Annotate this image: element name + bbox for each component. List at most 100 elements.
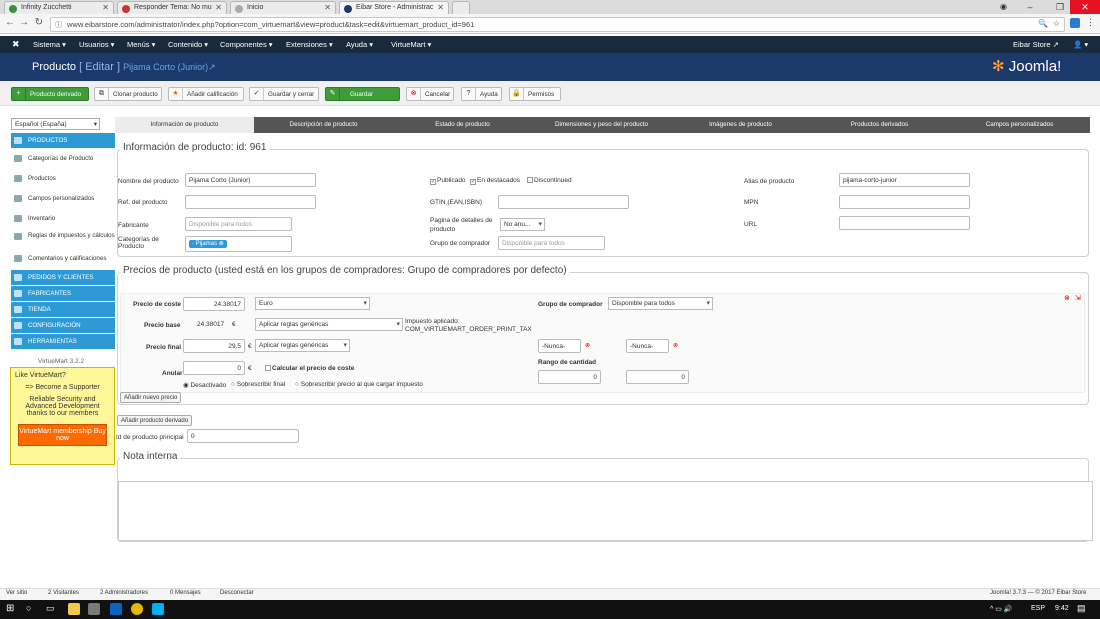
notifications-icon[interactable]: ▤ [1077, 603, 1086, 614]
permissions-button[interactable]: 🔒 Permisos [509, 87, 561, 101]
language-indicator[interactable]: ESP [1031, 605, 1045, 612]
user-menu[interactable]: 👤 ▾ [1073, 40, 1088, 49]
clear-date-icon[interactable]: ⊗ [585, 342, 590, 349]
menu-contenido[interactable]: Contenido ▾ [168, 40, 208, 49]
qty-end-input[interactable]: 0 [626, 370, 689, 384]
task-view-icon[interactable]: ▭ [46, 603, 55, 614]
browser-tab-active[interactable]: Eibar Store - Administrac ✕ [339, 1, 449, 14]
sidebar-item-categorias[interactable]: Categorías de Producto [11, 151, 115, 167]
browser-tab[interactable]: Inicio ✕ [230, 1, 336, 14]
sidebar-item-tienda[interactable]: TIENDA [11, 302, 115, 317]
messages-count[interactable]: 0 Mensajes [170, 590, 201, 596]
logout-link[interactable]: Desconectar [220, 590, 254, 596]
close-icon[interactable]: ✕ [437, 3, 444, 12]
menu-ayuda[interactable]: Ayuda ▾ [346, 40, 373, 49]
derived-product-button[interactable]: + Producto derivado [11, 87, 89, 101]
menu-menus[interactable]: Menús ▾ [127, 40, 155, 49]
menu-virtuemart[interactable]: VirtueMart ▾ [391, 40, 431, 49]
close-window-button[interactable]: ✕ [1070, 0, 1100, 14]
sidebar-item-configuracion[interactable]: CONFIGURACIÓN [11, 318, 115, 333]
tab-informacion[interactable]: Información de producto [115, 117, 254, 133]
menu-extensiones[interactable]: Extensiones ▾ [286, 40, 333, 49]
app-icon[interactable] [88, 603, 100, 615]
parent-product-input[interactable]: 0 [187, 429, 299, 443]
manufacturer-select[interactable]: Disponible para todos [185, 217, 292, 231]
new-tab-button[interactable] [452, 1, 470, 14]
sidebar-item-fabricantes[interactable]: FABRICANTES [11, 286, 115, 301]
tax-rule-select[interactable]: Aplicar reglas genéricas [255, 318, 403, 331]
mpn-input[interactable] [839, 195, 970, 209]
help-button[interactable]: ? Ayuda [461, 87, 502, 101]
clear-date-icon[interactable]: ⊗ [673, 342, 678, 349]
file-explorer-icon[interactable] [68, 603, 80, 615]
discontinued-checkbox[interactable]: Discontinued [527, 177, 572, 184]
final-price-input[interactable]: 29.5 [183, 339, 245, 353]
sidebar-item-inventario[interactable]: Inventario [11, 211, 115, 227]
shopper-group-select[interactable]: Disponible para todos [498, 236, 605, 250]
supporter-link[interactable]: => Become a Supporter [15, 384, 110, 391]
url-input-field[interactable] [839, 216, 970, 230]
save-button[interactable]: ✎ Guardar [325, 87, 400, 101]
clone-product-button[interactable]: ⧉ Clonar producto [94, 87, 162, 101]
clock[interactable]: 9:42 [1055, 605, 1069, 612]
browser-tab[interactable]: Infinity Zucchetti ✕ [4, 1, 114, 14]
calc-cost-checkbox[interactable]: Calcular el precio de coste [265, 365, 354, 372]
sidebar-item-comentarios[interactable]: Comentarios y calificaciones [11, 251, 115, 267]
add-derived-product-button[interactable]: Añadir producto derivado [117, 415, 193, 426]
sidebar-item-productos-list[interactable]: Productos [11, 171, 115, 187]
qty-start-input[interactable]: 0 [538, 370, 601, 384]
category-select[interactable]: · Pijamas ⊗ [185, 236, 292, 252]
published-checkbox[interactable]: ✓ Publicado [430, 177, 466, 185]
view-site-link[interactable]: Ver sitio [6, 590, 27, 596]
browser-tab[interactable]: Responder Tema: No mu ✕ [117, 1, 227, 14]
tab-campos[interactable]: Campos personalizados [949, 117, 1090, 133]
radio-disabled[interactable]: ◉ Desactivado [183, 381, 226, 389]
tab-estado[interactable]: Estado de producto [393, 117, 532, 133]
product-layout-select[interactable]: No anu... [500, 218, 545, 231]
gtin-input[interactable] [498, 195, 629, 209]
search-icon[interactable]: ○ [26, 603, 31, 613]
add-price-button[interactable]: Añadir nuevo precio [120, 392, 182, 403]
save-close-button[interactable]: ✓ Guardar y cerrar [249, 87, 319, 101]
discount-rule-select[interactable]: Aplicar reglas genéricas [255, 339, 350, 352]
back-icon[interactable]: ← [4, 17, 16, 28]
close-icon[interactable]: ✕ [215, 3, 222, 12]
membership-button[interactable]: VirtueMart membership Buy now [18, 424, 107, 446]
reload-icon[interactable]: ↻ [33, 17, 45, 28]
zoom-icon[interactable]: 🔍 [1038, 19, 1048, 28]
remove-price-icon[interactable]: ⊗ [1064, 294, 1070, 302]
menu-componentes[interactable]: Componentes ▾ [220, 40, 273, 49]
sidebar-item-campos[interactable]: Campos personalizados [11, 191, 115, 207]
radio-override-final[interactable]: ○ Sobrescribir final [231, 381, 285, 388]
extension-icon[interactable] [1070, 18, 1080, 28]
tab-derivados[interactable]: Productos derivados [810, 117, 949, 133]
currency-select[interactable]: Euro [255, 297, 370, 310]
menu-usuarios[interactable]: Usuarios ▾ [79, 40, 114, 49]
product-alias-input[interactable]: pijama-corto-junior [839, 173, 970, 187]
bookmark-star-icon[interactable]: ☆ [1053, 19, 1060, 28]
tray-icons[interactable]: ^ ▭ 🔊 [990, 605, 1013, 613]
site-link[interactable]: Eibar Store ↗ [1013, 40, 1059, 49]
forward-icon[interactable]: → [18, 17, 30, 28]
outlook-icon[interactable] [110, 603, 122, 615]
end-date-input[interactable]: -Nunca- [626, 339, 669, 353]
chrome-icon[interactable] [131, 603, 143, 615]
override-price-input[interactable]: 0 [183, 361, 245, 375]
windows-start-icon[interactable]: ⊞ [6, 603, 14, 614]
remove-tag-icon[interactable]: ⊗ [219, 241, 224, 247]
menu-icon[interactable]: ⋮ [1086, 17, 1095, 28]
add-rating-button[interactable]: ★ Añadir calificación [168, 87, 244, 101]
sidebar-item-reglas[interactable]: Reglas de impuestos y cálculos [11, 229, 115, 249]
skype-icon[interactable] [152, 603, 164, 615]
buyer-group-select[interactable]: Disponible para todos [608, 297, 713, 310]
sidebar-item-herramientas[interactable]: HERRAMIENTAS [11, 334, 115, 349]
internal-note-textarea[interactable] [118, 481, 1093, 541]
cost-price-input[interactable]: 24.38017 [183, 297, 245, 311]
menu-sistema[interactable]: Sistema ▾ [33, 40, 66, 49]
cancel-button[interactable]: ⊗ Cancelar [406, 87, 454, 101]
tab-dimensiones[interactable]: Dimensiones y peso del producto [532, 117, 671, 133]
tab-descripcion[interactable]: Descripción de producto [254, 117, 393, 133]
featured-checkbox[interactable]: ✓ En destacados [470, 177, 520, 185]
url-input[interactable]: ⓘ www.eibarstore.com/administrator/index.… [50, 17, 1065, 32]
joomla-icon[interactable]: ✖ [12, 39, 20, 50]
